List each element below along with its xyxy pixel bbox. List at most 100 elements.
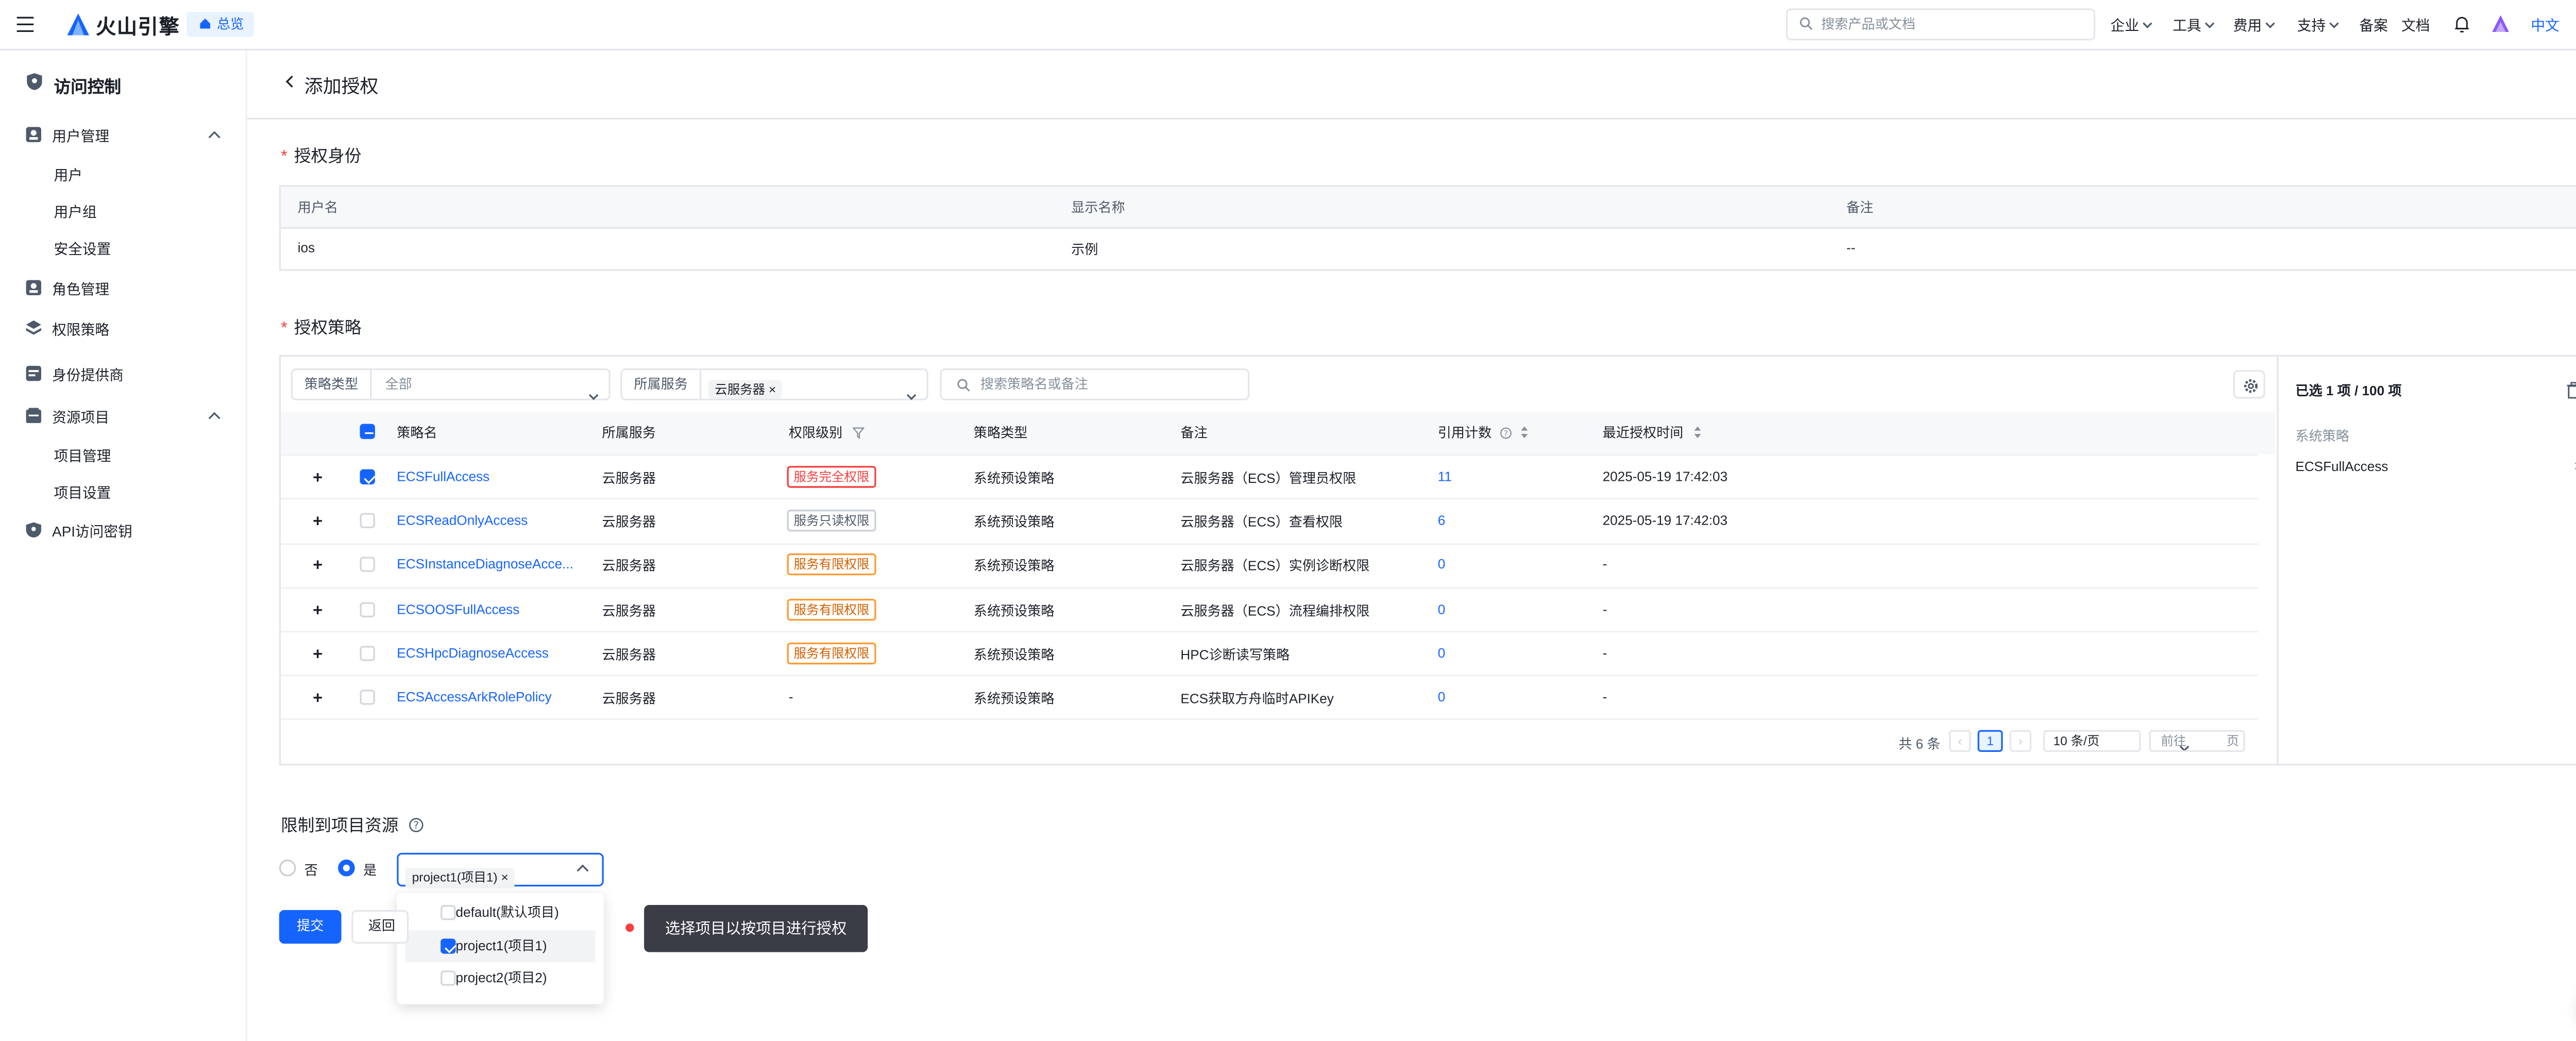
service-tag-label: 云服务器 [715, 381, 766, 397]
nav-billing[interactable]: 费用 [2233, 15, 2275, 35]
sidebar-item-project-settings[interactable]: 项目设置 [54, 483, 111, 503]
service-filter[interactable]: 所属服务 云服务器 × [620, 368, 928, 400]
ref-count-link[interactable]: 11 [1438, 469, 1452, 484]
restrict-yes-label: 是 [363, 863, 377, 878]
sidebar-item-resource-projects[interactable]: 资源项目 [52, 407, 109, 427]
bell-icon[interactable] [2453, 15, 2470, 33]
close-icon[interactable]: × [769, 382, 776, 397]
option-checkbox[interactable] [440, 938, 456, 954]
menu-icon[interactable] [16, 16, 34, 32]
row-checkbox[interactable] [360, 469, 375, 485]
sidebar-item-identity-provider[interactable]: 身份提供商 [52, 365, 124, 385]
logo-text[interactable]: 火山引擎 [96, 12, 180, 40]
col-level[interactable]: 权限级别 [789, 424, 866, 443]
ref-count-link[interactable]: 0 [1438, 602, 1446, 617]
policy-search-input[interactable]: 搜索策略名或备注 [940, 368, 1250, 400]
ref-count-link[interactable]: 0 [1438, 690, 1446, 704]
sidebar-item-security-settings[interactable]: 安全设置 [54, 239, 111, 259]
col-ref-count[interactable]: 引用计数 ? [1438, 424, 1530, 443]
option-checkbox[interactable] [440, 970, 456, 986]
ref-count-link[interactable]: 6 [1438, 513, 1446, 528]
expand-icon[interactable]: + [313, 513, 323, 532]
goto-page-input[interactable]: 前往 页 [2149, 730, 2245, 752]
policy-type-filter[interactable]: 策略类型 全部 [291, 368, 611, 400]
sort-icon[interactable] [1694, 426, 1702, 439]
policy-type: 系统预设策略 [973, 647, 1055, 663]
next-page-button[interactable]: › [2009, 730, 2031, 752]
last-auth-time: - [1602, 557, 1607, 572]
gear-icon [2244, 379, 2258, 393]
nav-support[interactable]: 支持 [2297, 15, 2339, 35]
ref-count-link[interactable]: 0 [1438, 646, 1446, 661]
sidebar-item-user-groups[interactable]: 用户组 [54, 202, 96, 222]
project-option-default[interactable]: default(默认项目) [405, 897, 596, 929]
back-arrow-icon[interactable] [285, 75, 298, 88]
page-1-button[interactable]: 1 [1977, 730, 2003, 752]
help-icon[interactable]: ? [408, 817, 423, 832]
project-section-title: 限制到项目资源 ? [281, 811, 423, 836]
submit-button[interactable]: 提交 [279, 910, 342, 944]
home-icon [200, 18, 211, 29]
page-size-select[interactable]: 10 条/页 [2043, 730, 2189, 752]
restrict-yes-radio[interactable] [338, 859, 355, 877]
ai-assistant-icon[interactable] [2490, 13, 2511, 33]
option-checkbox[interactable] [440, 905, 456, 920]
filter-icon[interactable] [852, 427, 866, 439]
policy-name-link[interactable]: ECSReadOnlyAccess [397, 513, 528, 528]
policy-name-link[interactable]: ECSAccessArkRolePolicy [397, 690, 551, 704]
expand-icon[interactable]: + [313, 469, 323, 488]
policy-note: 云服务器（ECS）管理员权限 [1180, 471, 1357, 486]
row-checkbox[interactable] [360, 646, 375, 661]
language-switch[interactable]: 中文 [2531, 15, 2560, 35]
close-icon[interactable]: × [501, 870, 509, 885]
restrict-no-radio[interactable] [279, 859, 296, 877]
option-label: project2(项目2) [455, 970, 547, 986]
help-icon[interactable]: ? [1500, 427, 1512, 439]
col-last-auth-time[interactable]: 最近授权时间 [1603, 424, 1702, 443]
nav-tools[interactable]: 工具 [2173, 15, 2215, 35]
sidebar-item-policies[interactable]: 权限策略 [52, 320, 109, 340]
row-checkbox[interactable] [360, 557, 375, 572]
page: 火山引擎 总览 搜索产品或文档 企业 工具 费用 支持 备案 文档 中文 d 访… [0, 0, 2576, 1041]
last-auth-time: - [1602, 602, 1607, 617]
policy-name-link[interactable]: ECSHpcDiagnoseAccess [397, 646, 549, 661]
expand-icon[interactable]: + [313, 602, 323, 621]
row-checkbox[interactable] [360, 513, 375, 528]
row-divider [281, 543, 2259, 545]
sidebar-item-api-keys[interactable]: API访问密钥 [52, 522, 132, 542]
row-checkbox[interactable] [360, 690, 375, 705]
nav-docs[interactable]: 文档 [2401, 15, 2430, 35]
hint-tooltip: 选择项目以按项目进行授权 [644, 905, 868, 952]
expand-icon[interactable]: + [313, 690, 323, 708]
sidebar-item-role-management[interactable]: 角色管理 [52, 279, 109, 299]
back-button[interactable]: 返回 [351, 910, 409, 944]
policy-section-title: * 授权策略 [281, 313, 361, 338]
table-settings-button[interactable] [2233, 370, 2265, 399]
policy-name-link[interactable]: ECSFullAccess [397, 469, 489, 484]
overview-button[interactable]: 总览 [187, 11, 254, 37]
nav-filing[interactable]: 备案 [2359, 15, 2388, 35]
sidebar-item-users[interactable]: 用户 [54, 165, 82, 185]
prev-page-button[interactable]: ‹ [1949, 730, 1971, 752]
sort-icon[interactable] [1521, 426, 1529, 439]
ref-count-link[interactable]: 0 [1438, 557, 1446, 572]
user-management-icon [26, 127, 41, 142]
sidebar-item-user-management[interactable]: 用户管理 [52, 126, 109, 146]
expand-icon[interactable]: + [313, 646, 323, 664]
select-all-checkbox[interactable] [360, 424, 375, 439]
policy-name-link[interactable]: ECSOOSFullAccess [397, 602, 519, 617]
row-checkbox[interactable] [360, 602, 375, 617]
trash-icon[interactable] [2566, 382, 2576, 399]
col-policy-name: 策略名 [397, 425, 437, 441]
sidebar-item-project-management[interactable]: 项目管理 [54, 446, 111, 466]
nav-enterprise[interactable]: 企业 [2110, 15, 2153, 35]
project-select[interactable]: project1(项目1) × [397, 852, 604, 888]
project-option-project1[interactable]: project1(项目1) [405, 930, 596, 963]
expand-icon[interactable]: + [313, 557, 323, 575]
global-search-input[interactable]: 搜索产品或文档 [1786, 8, 2095, 41]
layers-icon [26, 320, 41, 335]
project-option-project2[interactable]: project2(项目2) [405, 962, 596, 994]
chevron-up-icon[interactable] [577, 864, 589, 877]
required-mark: * [281, 148, 287, 167]
policy-name-link[interactable]: ECSInstanceDiagnoseAcce... [397, 557, 573, 572]
